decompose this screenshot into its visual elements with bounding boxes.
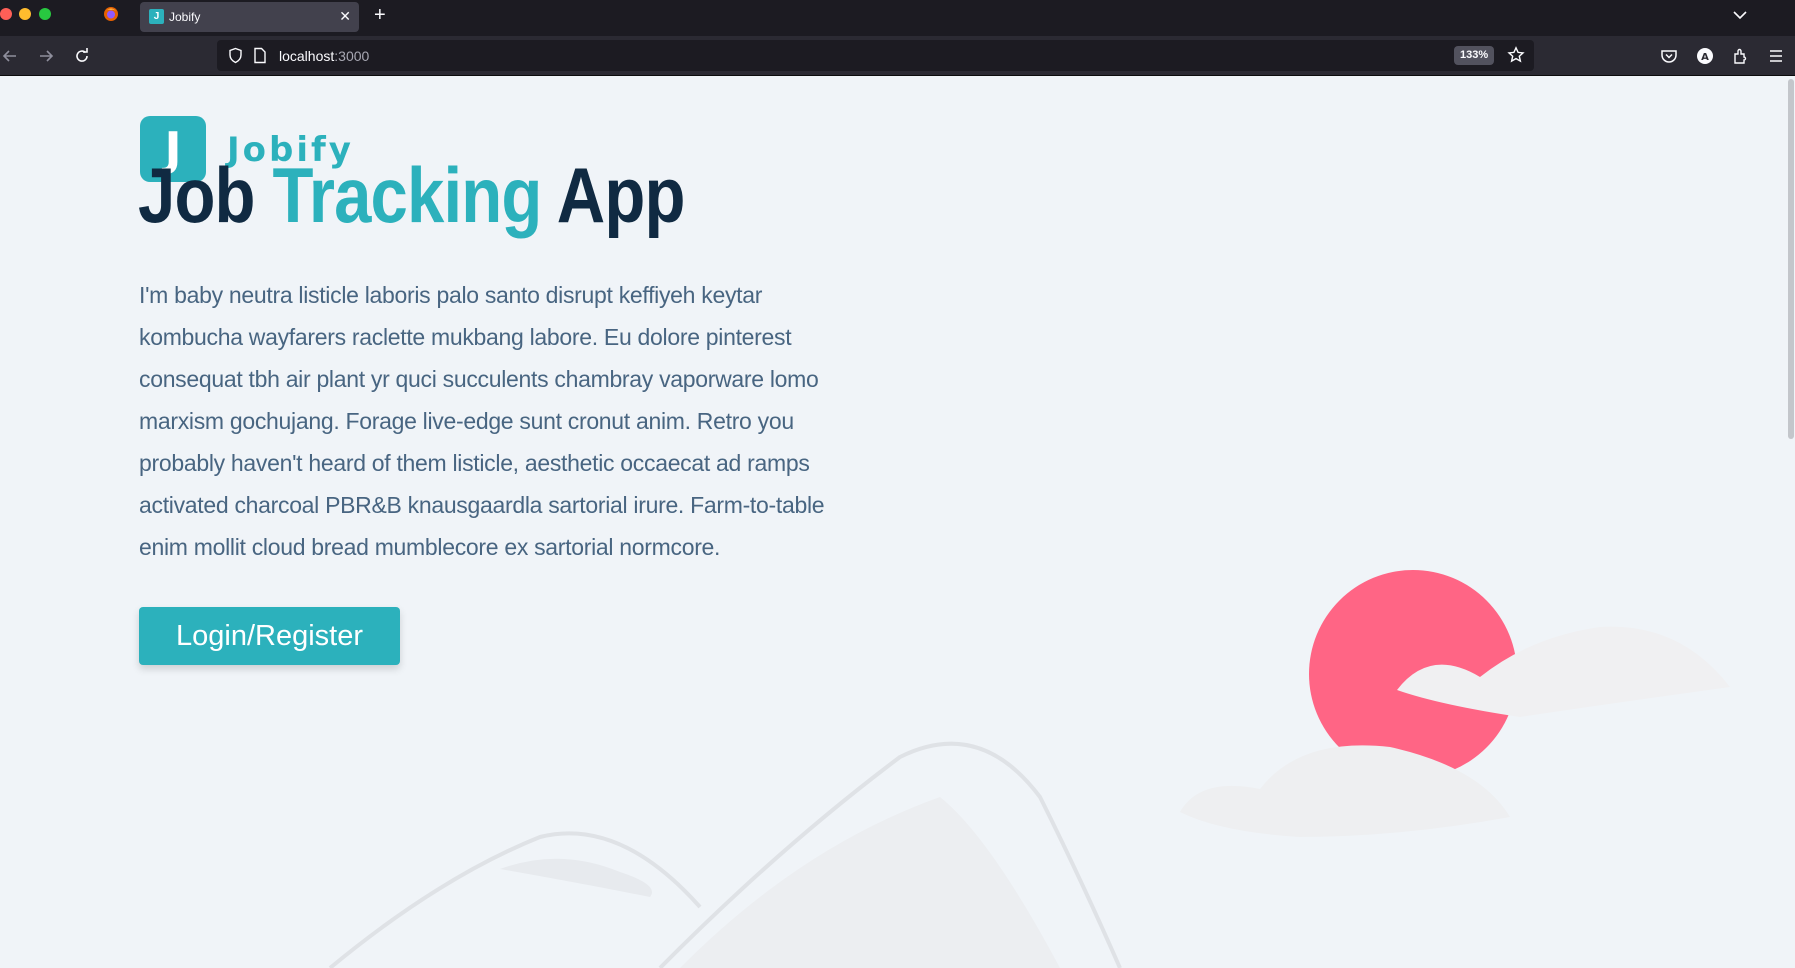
firefox-icon[interactable]: [103, 6, 119, 22]
url-text[interactable]: localhost:3000: [279, 48, 369, 64]
cloud-bottom: [1180, 745, 1510, 837]
tab-favicon: J: [149, 9, 164, 24]
page-title: Job Tracking App: [138, 150, 685, 241]
mountain-shadow: [500, 858, 652, 897]
mountain-shape: [680, 797, 1060, 968]
account-icon[interactable]: A: [1695, 46, 1715, 66]
window-close-button[interactable]: [0, 8, 12, 20]
reload-icon[interactable]: [72, 46, 92, 66]
tab-title: Jobify: [169, 10, 201, 24]
url-port: :3000: [334, 48, 370, 64]
hill-outline-right: [658, 741, 1122, 968]
url-bar[interactable]: localhost:3000 133%: [217, 40, 1534, 71]
forward-arrow-icon[interactable]: [36, 46, 56, 66]
tab-jobify[interactable]: J Jobify ✕: [140, 2, 359, 32]
window-maximize-button[interactable]: [39, 8, 51, 20]
hero-description: I'm baby neutra listicle laboris palo sa…: [139, 282, 825, 560]
login-register-button[interactable]: Login/Register: [139, 607, 400, 665]
navigation-toolbar: localhost:3000 133% A: [0, 36, 1795, 76]
hill-outline-left: [328, 831, 702, 968]
cloud-right: [1397, 626, 1730, 717]
landing-page: J Jobify Job Tracking App I'm baby neutr…: [0, 77, 1795, 968]
menu-icon[interactable]: [1766, 46, 1786, 66]
url-host: localhost: [279, 48, 335, 64]
page-icon: [254, 47, 266, 64]
extensions-icon[interactable]: [1731, 46, 1751, 66]
pocket-icon[interactable]: [1659, 46, 1679, 66]
sun-shape: [1309, 570, 1517, 778]
title-part-tracking: Tracking: [272, 151, 542, 239]
back-arrow-icon[interactable]: [0, 46, 20, 66]
title-part-job: Job: [138, 151, 256, 239]
tab-list-chevron-icon[interactable]: [1730, 5, 1750, 25]
zoom-level-badge[interactable]: 133%: [1454, 46, 1495, 65]
new-tab-button[interactable]: +: [374, 3, 386, 27]
star-icon[interactable]: [1507, 46, 1525, 64]
window-minimize-button[interactable]: [19, 8, 31, 20]
page-scrollbar[interactable]: [1787, 77, 1795, 968]
shield-icon[interactable]: [227, 47, 244, 64]
tab-close-icon[interactable]: ✕: [339, 7, 351, 25]
scrollbar-thumb[interactable]: [1788, 79, 1794, 439]
title-part-app: App: [556, 151, 686, 239]
tab-bar: J Jobify ✕ +: [0, 0, 1795, 36]
svg-text:A: A: [1701, 52, 1709, 63]
